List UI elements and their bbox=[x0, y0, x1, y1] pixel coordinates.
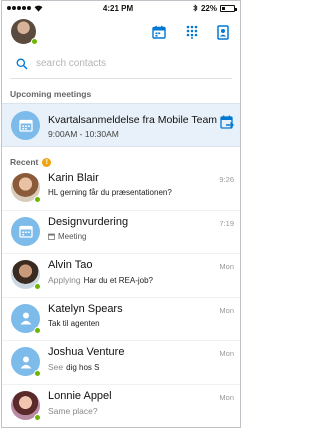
app-header bbox=[2, 15, 240, 49]
last-message: Applying Har du et REA-job? bbox=[48, 275, 153, 285]
message-text: Tak til agenten bbox=[48, 318, 100, 328]
presence-available-indicator bbox=[34, 196, 41, 203]
search-input[interactable] bbox=[36, 58, 206, 69]
calendar-icon bbox=[18, 225, 33, 238]
last-message: See dig hos S bbox=[48, 362, 99, 372]
message-time: 9:26 bbox=[219, 175, 234, 184]
last-message: HL gerning får du præsentationen? bbox=[48, 188, 172, 197]
contact-avatar bbox=[11, 173, 41, 203]
presence-available-indicator bbox=[34, 326, 41, 334]
mood-text: Same place? bbox=[48, 405, 98, 416]
message-text: HL gerning får du præsentationen? bbox=[48, 188, 172, 197]
person-icon bbox=[20, 312, 31, 325]
mood-text: See bbox=[48, 362, 64, 372]
meeting-avatar bbox=[11, 216, 40, 246]
message-time: Mon bbox=[219, 305, 234, 315]
warning-badge-icon: ! bbox=[42, 157, 52, 167]
last-message: Meeting bbox=[48, 232, 86, 241]
recent-heading-row: Recent ! bbox=[2, 147, 240, 167]
bluetooth-icon bbox=[193, 4, 198, 12]
status-right: 22% bbox=[193, 3, 237, 13]
presence-available-indicator bbox=[34, 370, 41, 377]
message-time: Mon bbox=[219, 262, 234, 271]
presence-available-indicator bbox=[34, 283, 41, 290]
recent-item-lonnie-appel[interactable]: Lonnie Appel Same place? Mon bbox=[2, 385, 240, 428]
signal-strength-icon bbox=[7, 6, 31, 10]
recent-item-joshua-venture[interactable]: Joshua Venture See dig hos S Mon bbox=[2, 341, 240, 385]
signal-area bbox=[7, 5, 43, 12]
join-meeting-icon[interactable] bbox=[220, 115, 234, 135]
recent-heading: Recent bbox=[10, 157, 39, 167]
battery-icon bbox=[220, 4, 237, 12]
calendar-icon bbox=[18, 119, 33, 132]
contact-name: Alvin Tao bbox=[48, 259, 93, 271]
contact-avatar bbox=[11, 390, 41, 421]
message-text: Har du et REA-job? bbox=[83, 275, 153, 285]
search-icon bbox=[16, 58, 28, 69]
contacts-icon[interactable] bbox=[214, 23, 232, 41]
message-text: dig hos S bbox=[66, 362, 100, 372]
last-message: Same place? bbox=[48, 406, 98, 416]
recent-item-alvin-tao[interactable]: Alvin Tao Applying Har du et REA-job? Mo… bbox=[2, 254, 240, 298]
meeting-time: 9:00AM - 10:30AM bbox=[48, 129, 119, 139]
recent-item-katelyn-spears[interactable]: Katelyn Spears Tak til agenten Mon bbox=[2, 298, 240, 341]
recent-item-karin-blair[interactable]: Karin Blair HL gerning får du præsentati… bbox=[2, 167, 240, 211]
meeting-avatar bbox=[11, 111, 40, 140]
meeting-calendar-icon[interactable] bbox=[150, 23, 168, 41]
message-time: 7:19 bbox=[219, 218, 234, 228]
app-window: 4:21 PM 22% Upcoming meetings Kvartalsan… bbox=[1, 0, 241, 428]
contact-name: Karin Blair bbox=[48, 172, 99, 184]
presence-available-indicator bbox=[31, 38, 38, 45]
wifi-icon bbox=[34, 5, 43, 12]
presence-available-indicator bbox=[34, 413, 41, 421]
contact-name: Katelyn Spears bbox=[48, 302, 123, 315]
recent-item-designvurdering[interactable]: Designvurdering Meeting 7:19 bbox=[2, 211, 240, 254]
message-time: Mon bbox=[219, 392, 234, 402]
meeting-title: Kvartalsanmeldelse fra Mobile Team bbox=[48, 114, 218, 126]
contact-avatar bbox=[11, 303, 41, 334]
status-time: 4:21 PM bbox=[102, 3, 134, 13]
recent-list: Karin Blair HL gerning får du præsentati… bbox=[2, 167, 240, 428]
upcoming-meetings-heading: Upcoming meetings bbox=[10, 89, 92, 99]
message-time: Mon bbox=[219, 349, 234, 358]
search-bar[interactable] bbox=[10, 49, 232, 79]
meeting-small-icon bbox=[48, 233, 55, 240]
last-message: Tak til agenten bbox=[48, 319, 100, 328]
contact-name: Joshua Venture bbox=[48, 346, 125, 358]
battery-fill bbox=[222, 6, 225, 10]
mood-text: Applying bbox=[48, 275, 81, 285]
contact-avatar bbox=[11, 347, 41, 377]
contact-name: Designvurdering bbox=[48, 215, 129, 228]
person-icon bbox=[20, 356, 31, 368]
contact-avatar bbox=[11, 260, 41, 290]
status-bar: 4:21 PM 22% bbox=[2, 1, 240, 15]
battery-percent: 22% bbox=[200, 3, 217, 13]
message-text: Meeting bbox=[58, 231, 87, 241]
dialpad-icon[interactable] bbox=[183, 23, 201, 41]
my-avatar[interactable] bbox=[11, 19, 38, 45]
upcoming-meeting-item[interactable]: Kvartalsanmeldelse fra Mobile Team 9:00A… bbox=[2, 103, 240, 147]
contact-name: Lonnie Appel bbox=[48, 389, 112, 402]
